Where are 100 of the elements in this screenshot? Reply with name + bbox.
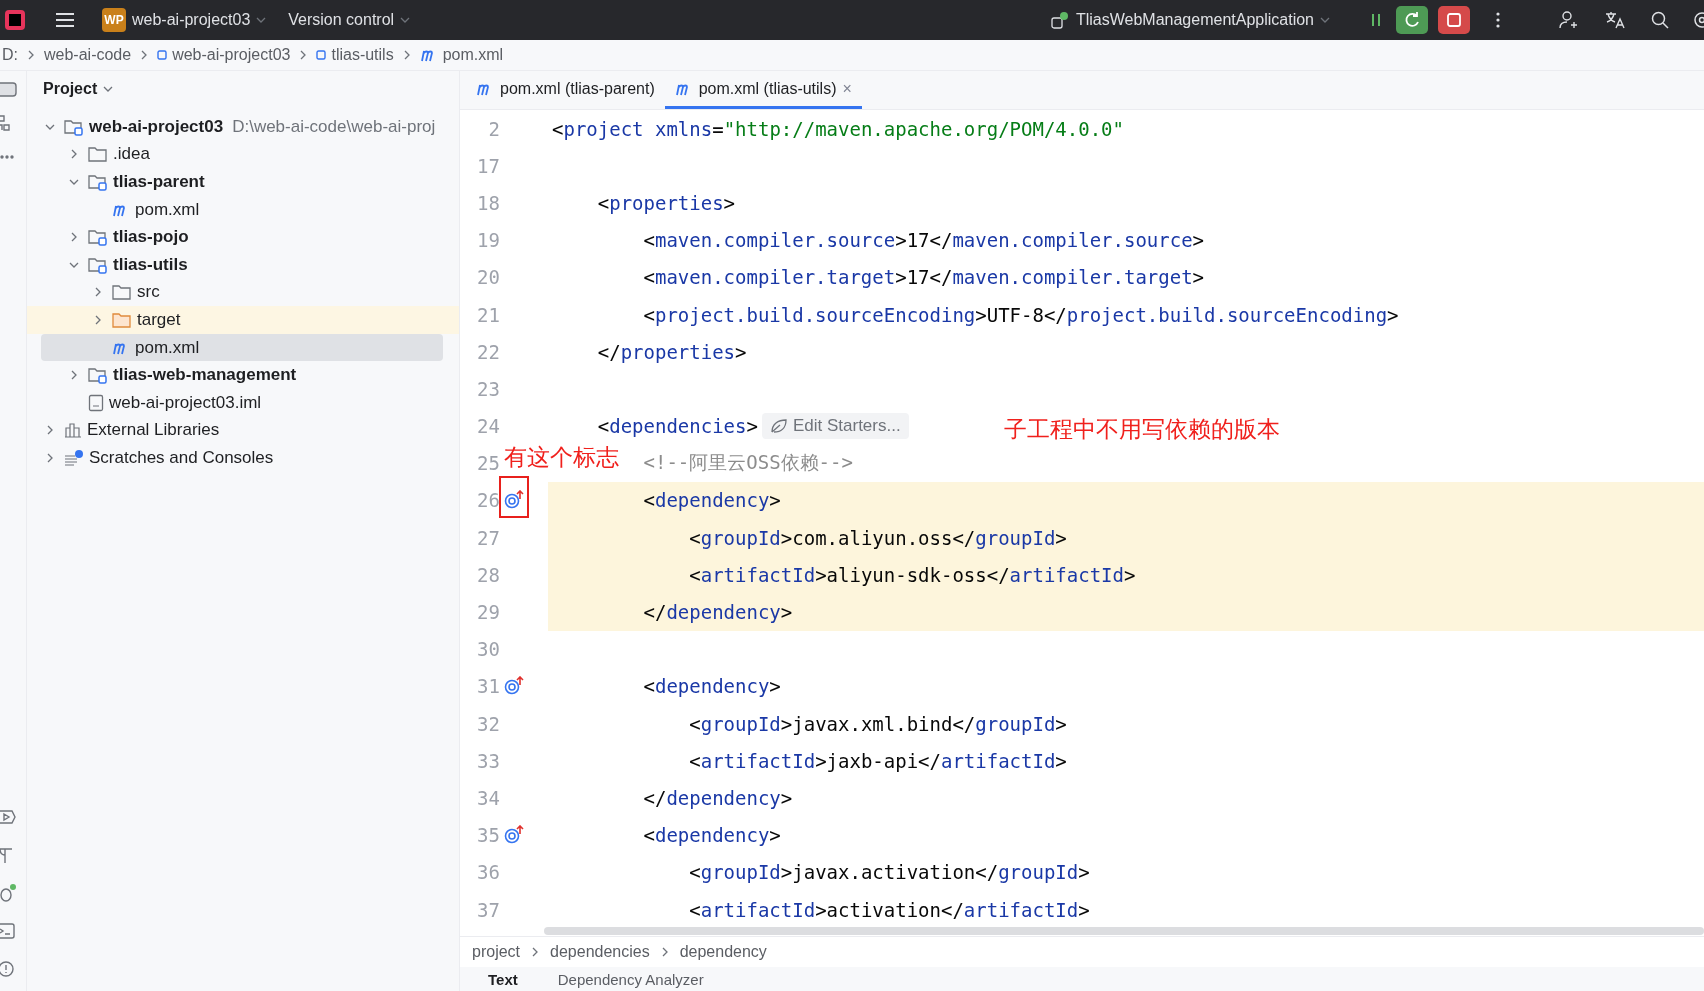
line-number: 26: [476, 489, 500, 512]
module-folder-icon: [88, 173, 108, 191]
chevron-down-icon: [256, 15, 267, 25]
translate-icon[interactable]: [1604, 10, 1626, 30]
override-marker-icon[interactable]: [504, 676, 526, 697]
line-number: 36: [476, 861, 500, 884]
rerun-button[interactable]: [1396, 6, 1428, 34]
code-line: <properties>: [597, 191, 736, 214]
chevron-down-icon: [1320, 15, 1330, 25]
line-number: 30: [476, 638, 500, 661]
tree-item[interactable]: Scratches and Consoles: [27, 444, 459, 472]
override-marker-icon[interactable]: [504, 490, 526, 511]
bottom-tab[interactable]: Dependency Analyzer: [557, 970, 704, 988]
module-folder-icon: [64, 117, 84, 136]
code-line: <artifactId>jaxb-api</artifactId>: [689, 749, 1067, 772]
breadcrumb-item[interactable]: dependency: [679, 943, 767, 961]
line-number: 2: [487, 117, 500, 140]
tree-item[interactable]: web-ai-project03.iml: [27, 388, 459, 417]
annotation-frame: [499, 476, 529, 518]
app-logo-icon[interactable]: [4, 9, 26, 31]
folder-icon: [112, 284, 132, 301]
code-line: <artifactId>aliyun-sdk-oss</artifactId>: [689, 563, 1136, 586]
project-icon[interactable]: [0, 79, 20, 99]
settings-icon[interactable]: [1692, 10, 1704, 30]
chevron-right-icon[interactable]: [69, 232, 79, 243]
tree-item[interactable]: target: [27, 306, 459, 334]
chevron-right-icon[interactable]: [93, 287, 103, 298]
panel-title: Project: [43, 80, 98, 98]
chevron-right-icon[interactable]: [69, 370, 79, 381]
tree-item[interactable]: tlias-parent: [27, 168, 459, 196]
tree-item[interactable]: pom.xml: [41, 333, 443, 362]
module-icon: [316, 50, 327, 60]
code-line: <artifactId>activation</artifactId>: [689, 898, 1090, 921]
breadcrumb-item[interactable]: dependencies: [550, 943, 650, 961]
line-number: 27: [476, 526, 500, 549]
run-config-selector[interactable]: TliasWebManagementApplication: [1043, 6, 1336, 34]
tree-item[interactable]: .idea: [27, 140, 459, 169]
code-line: <project xmlns="http://maven.apache.org/POM/4.0.0": [552, 117, 1124, 140]
breadcrumb-item[interactable]: web-ai-code: [44, 46, 132, 64]
breadcrumb-item[interactable]: pom.xml: [419, 46, 504, 64]
chevron-right-icon[interactable]: [93, 314, 103, 325]
code-line: <!--阿里云OSS依赖-->: [643, 450, 853, 476]
chevron-right-icon[interactable]: [69, 149, 79, 160]
close-tab-button[interactable]: ×: [842, 79, 852, 98]
path-hint: D:\web-ai-code\web-ai-proj: [232, 116, 436, 137]
tree-item[interactable]: web-ai-project03 D:\web-ai-code\web-ai-proj: [27, 113, 459, 141]
tree-item[interactable]: tlias-web-management: [27, 361, 459, 389]
menu-icon[interactable]: [54, 11, 76, 29]
line-number: 31: [476, 675, 500, 698]
code-line: <groupId>javax.activation</groupId>: [689, 861, 1090, 884]
code-line: <groupId>javax.xml.bind</groupId>: [689, 712, 1067, 735]
line-number: 20: [476, 266, 500, 289]
bottom-tab[interactable]: Text: [488, 970, 518, 988]
stop-button[interactable]: [1438, 6, 1470, 34]
vcs-menu[interactable]: Version control: [282, 7, 417, 33]
editor-tab[interactable]: pom.xml (tlias-utils) ×: [664, 71, 862, 109]
code-line: </dependency>: [643, 786, 793, 809]
breadcrumb-item[interactable]: web-ai-project03: [157, 46, 291, 64]
chevron-right-icon[interactable]: [45, 452, 55, 463]
line-number: 29: [476, 601, 500, 624]
line-number: 34: [476, 786, 500, 809]
line-number: 17: [476, 154, 500, 177]
line-number: 22: [476, 340, 500, 363]
module-folder-icon: [88, 255, 108, 274]
chevron-down-icon[interactable]: [69, 177, 79, 187]
line-number: 28: [476, 563, 500, 586]
scrollbar-thumb[interactable]: [544, 927, 1704, 935]
folder-icon: [112, 311, 132, 328]
tree-item[interactable]: pom.xml: [27, 195, 459, 224]
breadcrumb-item[interactable]: project: [472, 943, 521, 961]
annotation-note: 子工程中不用写依赖的版本: [1004, 418, 1280, 441]
chevron-right-icon[interactable]: [45, 425, 55, 436]
tree-item[interactable]: tlias-utils: [27, 250, 459, 279]
module-icon: [157, 50, 168, 60]
line-number: 18: [476, 191, 500, 214]
annotation-note: 有这个标志: [504, 446, 619, 469]
tab-label: pom.xml (tlias-utils): [698, 79, 837, 98]
code-line: <dependency>: [643, 824, 781, 847]
editor-tab[interactable]: pom.xml (tlias-parent): [466, 71, 665, 109]
spring-app-icon: [1049, 10, 1070, 30]
breadcrumb-item[interactable]: tlias-utils: [316, 46, 394, 64]
tree-item[interactable]: src: [27, 278, 459, 307]
line-number: 19: [476, 229, 500, 252]
override-marker-icon[interactable]: [504, 825, 526, 846]
code-line: </dependency>: [643, 601, 793, 624]
add-user-icon[interactable]: [1558, 10, 1580, 30]
code-line: <dependency>: [643, 489, 781, 512]
code-line: <maven.compiler.target>17</maven.compiler.target>: [643, 266, 1205, 289]
line-number: 35: [476, 824, 500, 847]
code-line: <maven.compiler.source>17</maven.compiler.source>: [643, 229, 1205, 252]
tree-item[interactable]: External Libraries: [27, 416, 459, 445]
search-icon[interactable]: [1650, 10, 1670, 30]
code-line: </properties>: [597, 340, 747, 363]
line-number: 25: [476, 452, 500, 475]
project-switcher[interactable]: WP web-ai-project03: [96, 4, 273, 36]
breadcrumb-item[interactable]: D:: [2, 46, 18, 64]
line-number: 33: [476, 749, 500, 772]
tree-item[interactable]: tlias-pojo: [27, 223, 459, 251]
edit-starters-hint[interactable]: Edit Starters...: [761, 413, 909, 440]
stop-icon: [1444, 10, 1464, 30]
